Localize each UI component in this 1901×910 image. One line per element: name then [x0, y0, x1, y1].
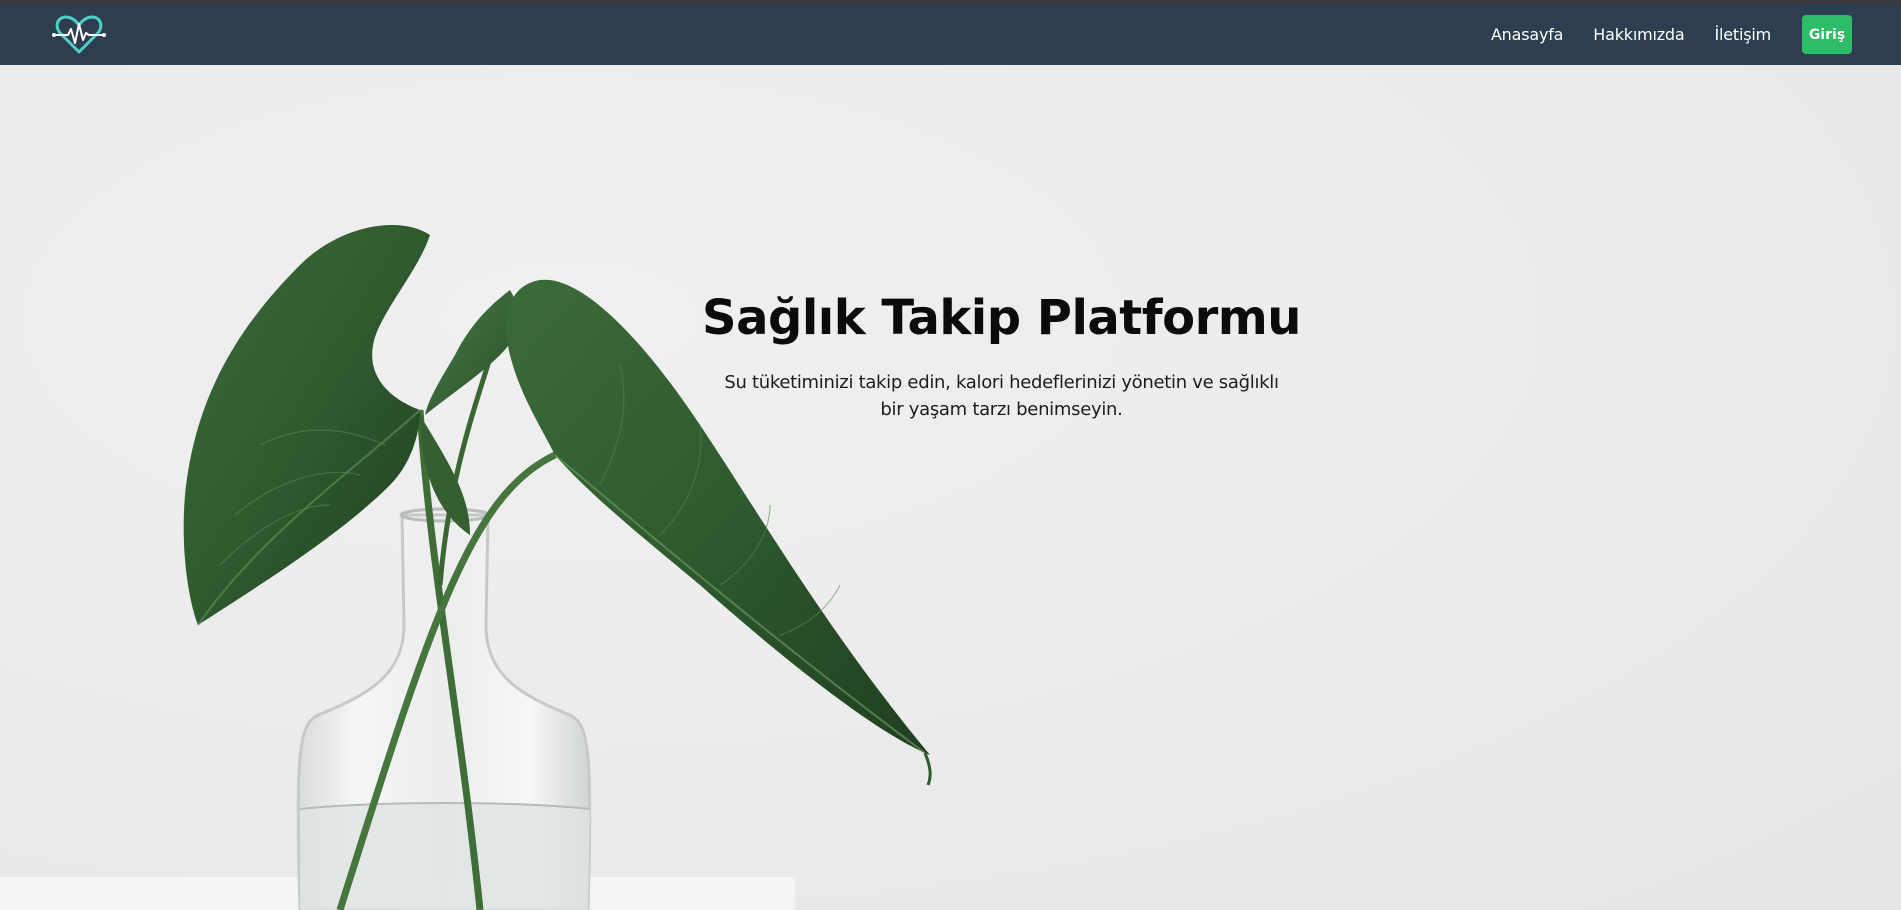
- hero-section: Sağlık Takip Platformu Su tüketiminizi t…: [0, 65, 1901, 910]
- nav-link-about[interactable]: Hakkımızda: [1593, 25, 1684, 44]
- hero-subtitle: Su tüketiminizi takip edin, kalori hedef…: [724, 372, 1279, 420]
- heart-pulse-icon[interactable]: [50, 12, 108, 58]
- login-button[interactable]: Giriş: [1802, 15, 1852, 54]
- nav-links: Anasayfa Hakkımızda İletişim Giriş: [1491, 4, 1852, 65]
- nav-link-home[interactable]: Anasayfa: [1491, 25, 1564, 44]
- plant-vase-image: [183, 225, 932, 910]
- navbar: Anasayfa Hakkımızda İletişim Giriş: [0, 4, 1901, 65]
- hero-title: Sağlık Takip Platformu: [702, 290, 1301, 346]
- nav-link-contact[interactable]: İletişim: [1715, 25, 1772, 44]
